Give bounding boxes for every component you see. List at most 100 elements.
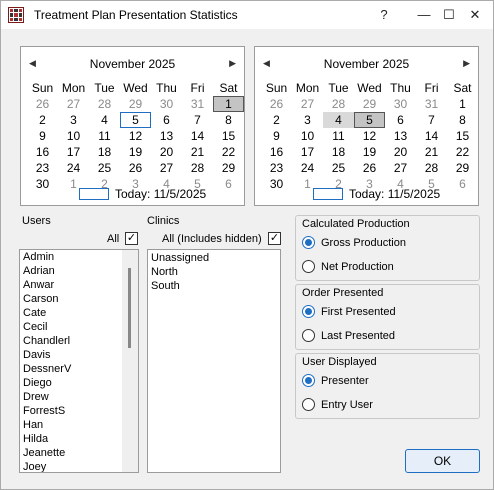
ok-button[interactable]: OK [405, 449, 480, 473]
first-presented-radio[interactable]: First Presented [302, 305, 396, 318]
list-item[interactable]: Adrian [20, 264, 138, 278]
calendar-day[interactable]: 31 [182, 96, 213, 112]
list-item[interactable]: Cecil [20, 320, 138, 334]
calendar-day[interactable]: 16 [261, 144, 292, 160]
calendar-day[interactable]: 28 [323, 96, 354, 112]
calendar-day[interactable]: 1 [447, 96, 478, 112]
today-link[interactable]: Today: 11/5/2025 [79, 187, 206, 201]
calendar-day[interactable]: 22 [213, 144, 244, 160]
list-item[interactable]: Diego [20, 376, 138, 390]
calendar-day[interactable]: 5 [354, 112, 385, 128]
list-item[interactable]: Davis [20, 348, 138, 362]
calendar-day[interactable]: 13 [385, 128, 416, 144]
calendar-day[interactable]: 1 [213, 96, 244, 112]
calendar-day[interactable]: 2 [261, 112, 292, 128]
list-item[interactable]: Admin [20, 250, 138, 264]
today-label[interactable]: Today: 11/5/2025 [349, 187, 440, 201]
calendar-day[interactable]: 6 [213, 176, 244, 192]
calendar-day[interactable]: 17 [292, 144, 323, 160]
calendar-day[interactable]: 19 [120, 144, 151, 160]
list-item[interactable]: Jeanette [20, 446, 138, 460]
calendar-day[interactable]: 7 [182, 112, 213, 128]
today-link[interactable]: Today: 11/5/2025 [313, 187, 440, 201]
close-button[interactable]: ✕ [455, 1, 494, 29]
scroll-thumb[interactable] [128, 268, 131, 348]
calendar-day[interactable]: 29 [447, 160, 478, 176]
calendar-day[interactable]: 29 [213, 160, 244, 176]
calendar-day[interactable]: 24 [292, 160, 323, 176]
calendar-day[interactable]: 11 [323, 128, 354, 144]
calendar-day[interactable]: 27 [58, 96, 89, 112]
calendar-day[interactable]: 6 [385, 112, 416, 128]
users-scrollbar[interactable] [122, 250, 138, 472]
calendar-day[interactable]: 30 [27, 176, 58, 192]
list-item[interactable]: Anwar [20, 278, 138, 292]
calendar-day[interactable]: 14 [182, 128, 213, 144]
gross-production-radio[interactable]: Gross Production [302, 236, 406, 249]
calendar-day[interactable]: 4 [89, 112, 120, 128]
calendar-day[interactable]: 10 [292, 128, 323, 144]
clinics-listbox[interactable]: Unassigned North South [147, 249, 281, 473]
today-label[interactable]: Today: 11/5/2025 [115, 187, 206, 201]
calendar-day[interactable]: 29 [354, 96, 385, 112]
calendar-day[interactable]: 28 [89, 96, 120, 112]
calendar-day[interactable]: 21 [182, 144, 213, 160]
calendar-day[interactable]: 15 [213, 128, 244, 144]
list-item[interactable]: Drew [20, 390, 138, 404]
calendar-day[interactable]: 24 [58, 160, 89, 176]
calendar-day[interactable]: 6 [447, 176, 478, 192]
calendar-day[interactable]: 18 [323, 144, 354, 160]
next-month-icon[interactable]: ▶ [463, 58, 470, 69]
calendar-day[interactable]: 30 [261, 176, 292, 192]
calendar-day[interactable]: 26 [354, 160, 385, 176]
list-item[interactable]: Chandlerl [20, 334, 138, 348]
net-production-radio[interactable]: Net Production [302, 260, 394, 273]
calendar-day[interactable]: 27 [292, 96, 323, 112]
calendar-day[interactable]: 5 [120, 112, 151, 128]
next-month-icon[interactable]: ▶ [229, 58, 236, 69]
presenter-radio[interactable]: Presenter [302, 374, 369, 387]
calendar-day[interactable]: 7 [416, 112, 447, 128]
calendar-day[interactable]: 15 [447, 128, 478, 144]
calendar-day[interactable]: 19 [354, 144, 385, 160]
list-item[interactable]: ForrestS [20, 404, 138, 418]
calendar-day[interactable]: 29 [120, 96, 151, 112]
clinics-all-checkbox[interactable]: ✓ [268, 232, 281, 245]
calendar-day[interactable]: 20 [151, 144, 182, 160]
list-item[interactable]: Cate [20, 306, 138, 320]
calendar-day[interactable]: 27 [385, 160, 416, 176]
calendar-day[interactable]: 28 [416, 160, 447, 176]
calendar-day[interactable]: 10 [58, 128, 89, 144]
calendar-day[interactable]: 12 [120, 128, 151, 144]
list-item[interactable]: Hilda [20, 432, 138, 446]
end-date-calendar[interactable]: ◀ November 2025 ▶ Sun Mon Tue Wed Thu Fri Sat 2… [254, 46, 479, 206]
last-presented-radio[interactable]: Last Presented [302, 329, 395, 342]
calendar-day[interactable]: 22 [447, 144, 478, 160]
start-date-calendar[interactable]: ◀ November 2025 ▶ Sun Mon Tue Wed Thu Fri Sat 2… [20, 46, 245, 206]
calendar-day[interactable]: 11 [89, 128, 120, 144]
list-item[interactable]: South [148, 279, 280, 293]
calendar-day[interactable]: 25 [89, 160, 120, 176]
entry-user-radio[interactable]: Entry User [302, 398, 373, 411]
calendar-day[interactable]: 9 [27, 128, 58, 144]
calendar-day[interactable]: 26 [261, 96, 292, 112]
calendar-day[interactable]: 21 [416, 144, 447, 160]
calendar-grid[interactable]: Sun Mon Tue Wed Thu Fri Sat 26 27 28 29 30 31 1 2 3 4 5 6 7… [27, 80, 244, 192]
list-item[interactable]: Joey [20, 460, 138, 472]
calendar-day[interactable]: 17 [58, 144, 89, 160]
users-all-checkbox[interactable]: ✓ [125, 232, 138, 245]
list-item[interactable]: Han [20, 418, 138, 432]
list-item[interactable]: Carson [20, 292, 138, 306]
calendar-day[interactable]: 26 [27, 96, 58, 112]
list-item[interactable]: Unassigned [148, 251, 280, 265]
calendar-day[interactable]: 25 [323, 160, 354, 176]
calendar-day[interactable]: 30 [151, 96, 182, 112]
calendar-day[interactable]: 3 [58, 112, 89, 128]
calendar-day[interactable]: 23 [261, 160, 292, 176]
users-listbox[interactable]: Admin Adrian Anwar Carson Cate Cecil Chandlerl… [19, 249, 139, 473]
calendar-day[interactable]: 27 [151, 160, 182, 176]
calendar-day[interactable]: 12 [354, 128, 385, 144]
calendar-day[interactable]: 13 [151, 128, 182, 144]
calendar-day[interactable]: 26 [120, 160, 151, 176]
calendar-day[interactable]: 31 [416, 96, 447, 112]
